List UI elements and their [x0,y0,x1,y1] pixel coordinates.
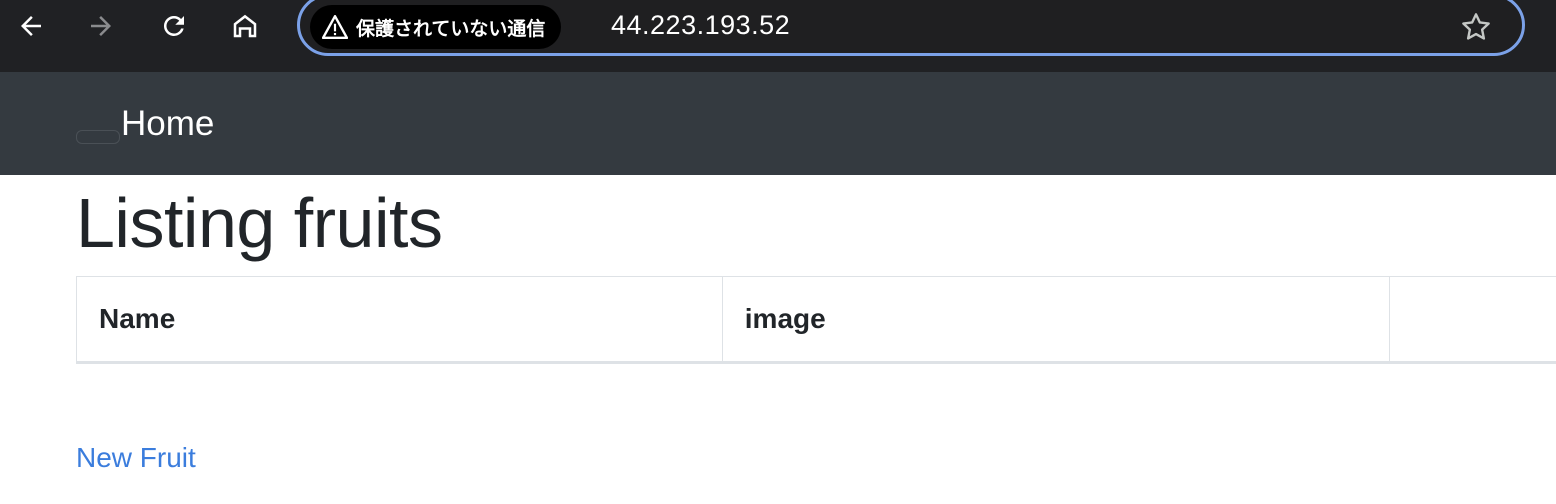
home-button[interactable] [225,6,265,46]
fruits-table: Name image [76,276,1556,364]
site-navbar: Home [0,72,1556,175]
warning-icon [322,15,348,39]
navbar-toggler[interactable] [76,130,120,144]
reload-icon [163,15,184,36]
bookmark-button[interactable] [1456,7,1496,47]
new-fruit-link[interactable]: New Fruit [76,442,196,474]
forward-button[interactable] [81,6,121,46]
home-icon [233,14,257,38]
url-text[interactable]: 44.223.193.52 [611,10,790,41]
address-bar[interactable]: 保護されていない通信 44.223.193.52 [297,0,1525,56]
back-button[interactable] [11,6,51,46]
table-header-row: Name image [76,276,1556,364]
page-title: Listing fruits [76,184,443,262]
security-label: 保護されていない通信 [356,17,546,40]
column-header-image: image [721,276,1390,364]
forward-arrow-icon [91,16,111,36]
star-icon [1462,13,1490,40]
column-header-name: Name [76,276,723,364]
back-arrow-icon [21,16,41,36]
navbar-brand-home[interactable]: Home [121,104,214,144]
security-indicator[interactable]: 保護されていない通信 [310,5,562,49]
column-header-actions [1388,276,1556,364]
browser-toolbar: 保護されていない通信 44.223.193.52 [0,0,1556,72]
reload-button[interactable] [154,6,194,46]
